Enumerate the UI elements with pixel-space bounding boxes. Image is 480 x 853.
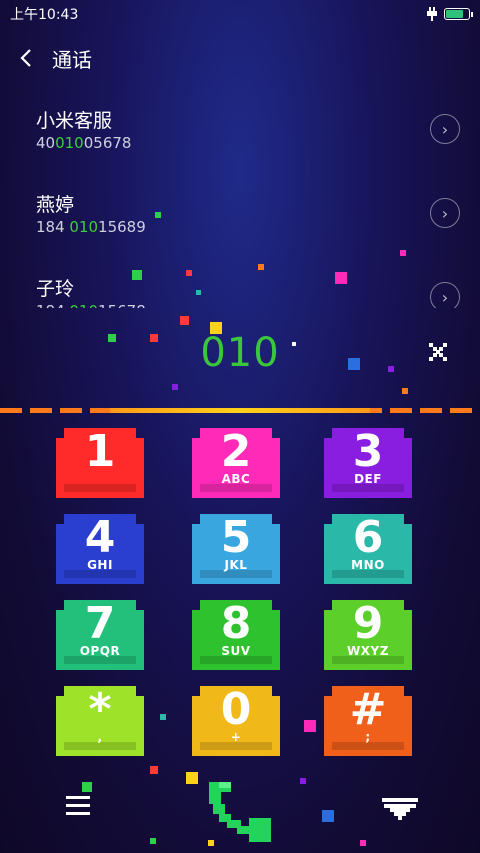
clear-button[interactable] (424, 338, 452, 366)
back-chevron-icon (20, 49, 31, 67)
key-digit: 0 (220, 684, 252, 735)
contact-number: 184 01015689 (36, 218, 146, 236)
contact-detail-button[interactable]: › (430, 282, 460, 308)
key-letters: ABC (221, 472, 251, 486)
dial-key-6[interactable]: 6 MNO (320, 510, 416, 586)
key-letters: OPQR (79, 644, 121, 658)
page-title: 通话 (52, 47, 92, 72)
background-pixel (304, 720, 316, 732)
key-digit: 6 (352, 512, 384, 563)
dial-key-1[interactable]: 1 (52, 424, 148, 500)
contact-item[interactable]: 子玲 184 01015678 › (0, 264, 480, 308)
background-pixel (402, 388, 408, 394)
dialed-number-display[interactable]: 010 (140, 330, 340, 376)
collapse-keypad-icon (382, 798, 418, 820)
key-letters: , (97, 730, 103, 744)
background-pixel (172, 384, 178, 390)
chevron-right-icon: › (441, 119, 449, 139)
chevron-right-icon: › (441, 287, 449, 307)
call-button[interactable] (205, 778, 275, 848)
contact-number: 4001005678 (36, 134, 132, 152)
contact-item[interactable]: 燕婷 184 01015689 › (0, 180, 480, 264)
dialer-divider-highlight (110, 408, 370, 413)
background-pixel (160, 714, 166, 720)
title-bar: 通话 (0, 40, 480, 76)
bottom-action-bar (0, 770, 480, 850)
key-letters: ; (365, 730, 371, 744)
contact-detail-button[interactable]: › (430, 198, 460, 228)
dial-key-7[interactable]: 7 OPQR (52, 596, 148, 672)
contact-name: 子玲 (36, 278, 75, 300)
contact-detail-button[interactable]: › (430, 114, 460, 144)
status-bar: 上午10:43 (0, 0, 480, 28)
key-digit: 3 (352, 426, 384, 477)
key-letters: GHI (87, 558, 113, 572)
clear-x-icon (429, 343, 447, 361)
dial-key-9[interactable]: 9 WXYZ (320, 596, 416, 672)
background-pixel (180, 316, 189, 325)
key-digit: 9 (352, 598, 384, 649)
phone-call-icon (209, 782, 271, 842)
contact-suggestion-list: 小米客服 4001005678 › 燕婷 184 01015689 › 子玲 1… (0, 96, 480, 308)
background-pixel (108, 334, 116, 342)
usb-plug-icon (427, 7, 437, 21)
battery-icon (444, 8, 473, 20)
background-pixel (348, 358, 360, 370)
key-digit: 4 (84, 512, 116, 563)
key-digit: 2 (220, 426, 252, 477)
key-letters: + (230, 730, 242, 744)
dial-key-4[interactable]: 4 GHI (52, 510, 148, 586)
contact-name: 小米客服 (36, 110, 113, 132)
chevron-right-icon: › (441, 203, 449, 223)
dial-key-hash[interactable]: #; (320, 682, 416, 758)
menu-button[interactable] (66, 796, 94, 820)
key-letters: WXYZ (347, 644, 389, 658)
back-button[interactable] (0, 40, 52, 76)
dial-key-0[interactable]: 0 + (188, 682, 284, 758)
key-digit: 1 (84, 426, 116, 477)
key-letters: DEF (354, 472, 382, 486)
contact-name: 燕婷 (36, 194, 75, 216)
dial-key-2[interactable]: 2 ABC (188, 424, 284, 500)
key-digit: 5 (220, 512, 252, 563)
key-digit: * (88, 684, 112, 735)
contact-item[interactable]: 小米客服 4001005678 › (0, 96, 480, 180)
dial-key-5[interactable]: 5 JKL (188, 510, 284, 586)
background-pixel (388, 366, 394, 372)
key-letters: MNO (351, 558, 385, 572)
key-digit: # (349, 684, 387, 735)
dial-key-star[interactable]: *, (52, 682, 148, 758)
dial-key-8[interactable]: 8 SUV (188, 596, 284, 672)
key-digit: 7 (84, 598, 116, 649)
key-letters: JKL (224, 558, 248, 572)
dial-key-3[interactable]: 3 DEF (320, 424, 416, 500)
key-letters: SUV (221, 644, 251, 658)
status-icons (426, 7, 473, 21)
status-time: 上午10:43 (10, 7, 79, 23)
key-digit: 8 (220, 598, 252, 649)
collapse-keypad-button[interactable] (382, 798, 418, 822)
contact-number: 184 01015678 (36, 302, 146, 308)
